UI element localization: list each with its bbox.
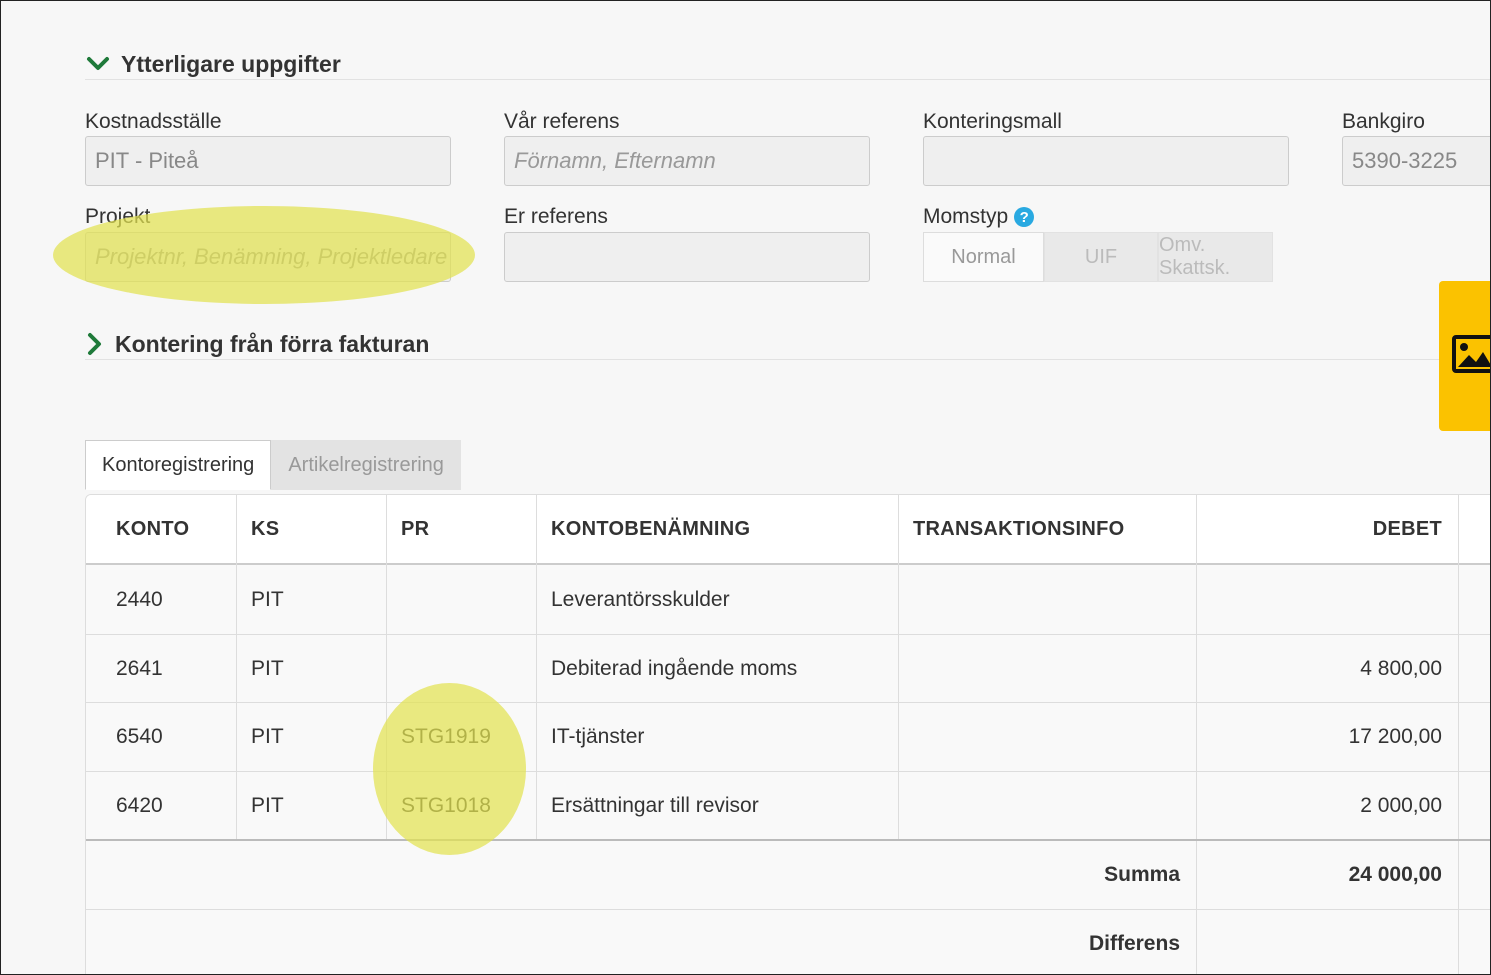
cell-konto: 2440 [116, 588, 163, 611]
projekt-label: Projekt [85, 205, 151, 228]
section-header-kontering[interactable]: Kontering från förra fakturan [85, 329, 429, 359]
tab-kontoregistrering[interactable]: Kontoregistrering [85, 440, 272, 490]
column-divider [1458, 495, 1459, 974]
var-referens-label: Vår referens [504, 110, 620, 133]
kontering-table: KONTO KS PR KONTOBENÄMNING TRANSAKTIONSI… [85, 494, 1490, 974]
cell-kontobenamning: Leverantörsskulder [551, 588, 730, 611]
divider [85, 359, 1490, 360]
section-title: Ytterligare uppgifter [121, 50, 341, 77]
momstyp-label: Momstyp ? [923, 203, 1035, 231]
momstyp-option-omv-skattsk[interactable]: Omv. Skattsk. [1158, 232, 1273, 282]
invoice-form: Ytterligare uppgifter Kostnadsställe Vår… [0, 0, 1491, 975]
kostnadsstalle-label: Kostnadsställe [85, 110, 222, 133]
column-header-pr[interactable]: PR [401, 495, 429, 563]
konteringsmall-label: Konteringsmall [923, 110, 1062, 133]
column-header-ks[interactable]: KS [251, 495, 279, 563]
bankgiro-field[interactable]: 5390-3225 [1342, 136, 1490, 186]
cell-debet [1196, 566, 1442, 634]
section-title: Kontering från förra fakturan [115, 330, 430, 357]
attachment-side-tab[interactable] [1439, 281, 1490, 431]
column-header-debet[interactable]: DEBET [1196, 495, 1442, 563]
registration-tabs: Kontoregistrering Artikelregistrering [85, 440, 461, 490]
section-header-extra[interactable]: Ytterligare uppgifter [85, 49, 341, 79]
image-icon [1452, 334, 1490, 378]
cell-pr: STG1919 [401, 725, 491, 748]
cell-ks: PIT [251, 588, 284, 611]
momstyp-selector: Normal UIF Omv. Skattsk. [923, 232, 1273, 282]
momstyp-option-uif[interactable]: UIF [1044, 232, 1158, 282]
cell-konto: 2641 [116, 656, 163, 680]
table-header: KONTO KS PR KONTOBENÄMNING TRANSAKTIONSI… [86, 495, 1490, 565]
var-referens-field[interactable]: Förnamn, Efternamn [504, 136, 870, 186]
column-header-konto[interactable]: KONTO [116, 495, 189, 563]
divider [85, 79, 1490, 80]
cell-debet: 4 800,00 [1360, 656, 1442, 680]
cell-debet: 2 000,00 [1360, 793, 1442, 817]
bankgiro-label: Bankgiro [1342, 110, 1425, 133]
cell-ks: PIT [251, 725, 284, 748]
cell-kontobenamning: Debiterad ingående moms [551, 656, 798, 680]
chevron-right-icon [85, 331, 105, 357]
cell-ks: PIT [251, 793, 284, 817]
cell-kontobenamning: IT-tjänster [551, 725, 645, 748]
cell-konto: 6420 [116, 793, 163, 817]
cell-ks: PIT [251, 656, 284, 680]
question-circle-icon[interactable]: ? [1014, 207, 1035, 227]
kostnadsstalle-field[interactable]: PIT - Piteå [85, 136, 451, 186]
tab-artikelregistrering[interactable]: Artikelregistrering [271, 440, 461, 490]
momstyp-option-normal[interactable]: Normal [923, 232, 1044, 282]
summa-value: 24 000,00 [1348, 863, 1442, 886]
column-divider [386, 495, 387, 840]
cell-pr: STG1018 [401, 793, 491, 817]
column-divider [236, 495, 237, 840]
projekt-field[interactable]: Projektnr, Benämning, Projektledare [85, 232, 451, 282]
cell-konto: 6540 [116, 725, 163, 748]
konteringsmall-field[interactable] [923, 136, 1289, 186]
column-header-kontobenamning[interactable]: KONTOBENÄMNING [551, 495, 750, 563]
summa-label: Summa [1104, 863, 1180, 886]
differens-value [1196, 910, 1442, 974]
column-divider [898, 495, 899, 840]
er-referens-label: Er referens [504, 205, 608, 228]
differens-label: Differens [1088, 931, 1180, 955]
cell-kontobenamning: Ersättningar till revisor [551, 793, 759, 817]
momstyp-label-text: Momstyp [923, 205, 1009, 228]
column-header-transaktionsinfo[interactable]: TRANSAKTIONSINFO [913, 495, 1124, 563]
chevron-down-icon [85, 51, 111, 77]
cell-debet: 17 200,00 [1348, 725, 1442, 748]
column-divider [536, 495, 537, 840]
er-referens-field[interactable] [504, 232, 870, 282]
